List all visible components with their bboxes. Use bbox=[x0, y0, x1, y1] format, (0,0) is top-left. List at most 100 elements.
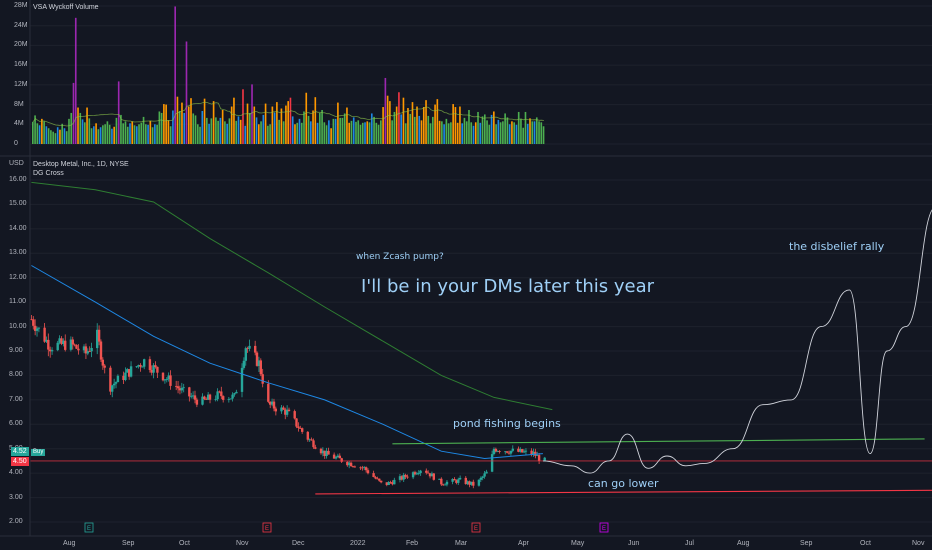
volume-bar bbox=[355, 121, 357, 144]
volume-bar bbox=[154, 124, 156, 144]
annotation-disbelief: the disbelief rally bbox=[789, 240, 885, 253]
volume-bar bbox=[56, 127, 59, 144]
volume-tick-label: 12M bbox=[14, 80, 28, 88]
candle bbox=[124, 372, 127, 380]
volume-bar bbox=[316, 122, 319, 144]
volume-bar bbox=[506, 117, 509, 144]
candle bbox=[297, 426, 300, 428]
time-tick-label: Oct bbox=[860, 540, 871, 547]
volume-bar bbox=[264, 103, 267, 144]
volume-bar bbox=[291, 116, 294, 144]
volume-bar bbox=[273, 112, 276, 144]
volume-bar bbox=[174, 6, 176, 144]
volume-bar bbox=[206, 117, 208, 144]
volume-bar bbox=[529, 118, 531, 144]
volume-bar bbox=[416, 106, 418, 144]
time-tick-label: Nov bbox=[236, 540, 249, 547]
volume-bar bbox=[395, 106, 398, 144]
candle bbox=[50, 350, 54, 352]
time-tick-label: Aug bbox=[63, 540, 76, 547]
candle bbox=[233, 393, 236, 395]
volume-bar bbox=[499, 122, 502, 144]
volume-bar bbox=[212, 101, 215, 144]
volume-bar bbox=[113, 126, 115, 144]
candle bbox=[129, 366, 133, 377]
volume-bar bbox=[282, 121, 285, 144]
volume-bar bbox=[337, 102, 339, 144]
candle bbox=[380, 480, 383, 483]
volume-bar bbox=[330, 128, 332, 144]
candle bbox=[306, 431, 309, 440]
volume-tick-label: 0 bbox=[14, 140, 18, 147]
candle bbox=[203, 396, 206, 399]
volume-tick-label: 8M bbox=[14, 100, 24, 108]
volume-bar bbox=[138, 124, 140, 144]
volume-bar bbox=[328, 120, 330, 144]
volume-bar bbox=[504, 113, 506, 144]
volume-bar bbox=[199, 126, 201, 144]
volume-bar bbox=[429, 123, 432, 144]
chart-canvas[interactable]: EEEE bbox=[0, 0, 932, 550]
annotation-zcash: when Zcash pump? bbox=[356, 252, 444, 262]
price-tick-label: 13.00 bbox=[9, 249, 27, 257]
volume-bar bbox=[364, 122, 366, 144]
price-tick-label: 10.00 bbox=[9, 322, 27, 330]
candle bbox=[481, 476, 484, 478]
volume-bar bbox=[169, 126, 172, 144]
volume-bar bbox=[400, 114, 402, 144]
volume-bar bbox=[524, 111, 527, 144]
volume-bar bbox=[108, 124, 111, 144]
volume-bar bbox=[445, 118, 448, 144]
volume-bar bbox=[147, 124, 149, 144]
price-tick-label: 12.00 bbox=[9, 273, 27, 281]
volume-tick-label: 4M bbox=[14, 120, 24, 128]
volume-bar bbox=[36, 123, 39, 144]
time-tick-label: Nov bbox=[912, 540, 925, 547]
candle bbox=[274, 408, 277, 412]
volume-bar bbox=[298, 118, 301, 144]
volume-bar bbox=[221, 109, 224, 144]
candle bbox=[479, 478, 482, 480]
volume-bar bbox=[203, 98, 206, 144]
volume-bar bbox=[90, 128, 93, 144]
volume-bar bbox=[502, 121, 504, 144]
volume-bar bbox=[409, 113, 412, 144]
volume-bar bbox=[50, 130, 52, 144]
volume-bar bbox=[479, 122, 482, 144]
volume-bar bbox=[242, 89, 244, 144]
candle bbox=[32, 319, 35, 326]
volume-bar bbox=[454, 107, 457, 144]
candle bbox=[453, 479, 456, 481]
candle bbox=[445, 481, 449, 485]
volume-bars bbox=[32, 6, 545, 144]
volume-bar bbox=[235, 120, 238, 144]
volume-bar bbox=[140, 122, 143, 144]
volume-tick-label: 20M bbox=[14, 41, 28, 49]
volume-bar bbox=[104, 124, 106, 144]
volume-bar bbox=[325, 125, 328, 144]
volume-bar bbox=[43, 121, 45, 144]
price-tick-label: 3.00 bbox=[9, 493, 23, 501]
volume-bar bbox=[280, 108, 283, 144]
candle bbox=[366, 470, 370, 474]
candle bbox=[242, 360, 246, 368]
candle bbox=[509, 450, 513, 454]
candle bbox=[282, 407, 285, 410]
candle bbox=[338, 455, 341, 459]
candle bbox=[372, 473, 375, 477]
volume-bar bbox=[131, 121, 134, 144]
volume-bar bbox=[102, 125, 104, 144]
candle bbox=[154, 365, 157, 367]
volume-bar bbox=[422, 107, 425, 144]
symbol-title[interactable]: Desktop Metal, Inc., 1D, NYSE bbox=[33, 161, 129, 168]
candle bbox=[195, 399, 199, 405]
support-line[interactable] bbox=[315, 489, 932, 495]
price-tick-label: 7.00 bbox=[9, 395, 23, 403]
volume-bar bbox=[77, 107, 79, 144]
resistance-line[interactable] bbox=[392, 438, 925, 445]
volume-bar bbox=[122, 123, 125, 144]
indicator-name[interactable]: DG Cross bbox=[33, 170, 64, 177]
volume-bar bbox=[181, 102, 183, 144]
volume-bar bbox=[357, 120, 360, 144]
volume-bar bbox=[278, 119, 280, 144]
